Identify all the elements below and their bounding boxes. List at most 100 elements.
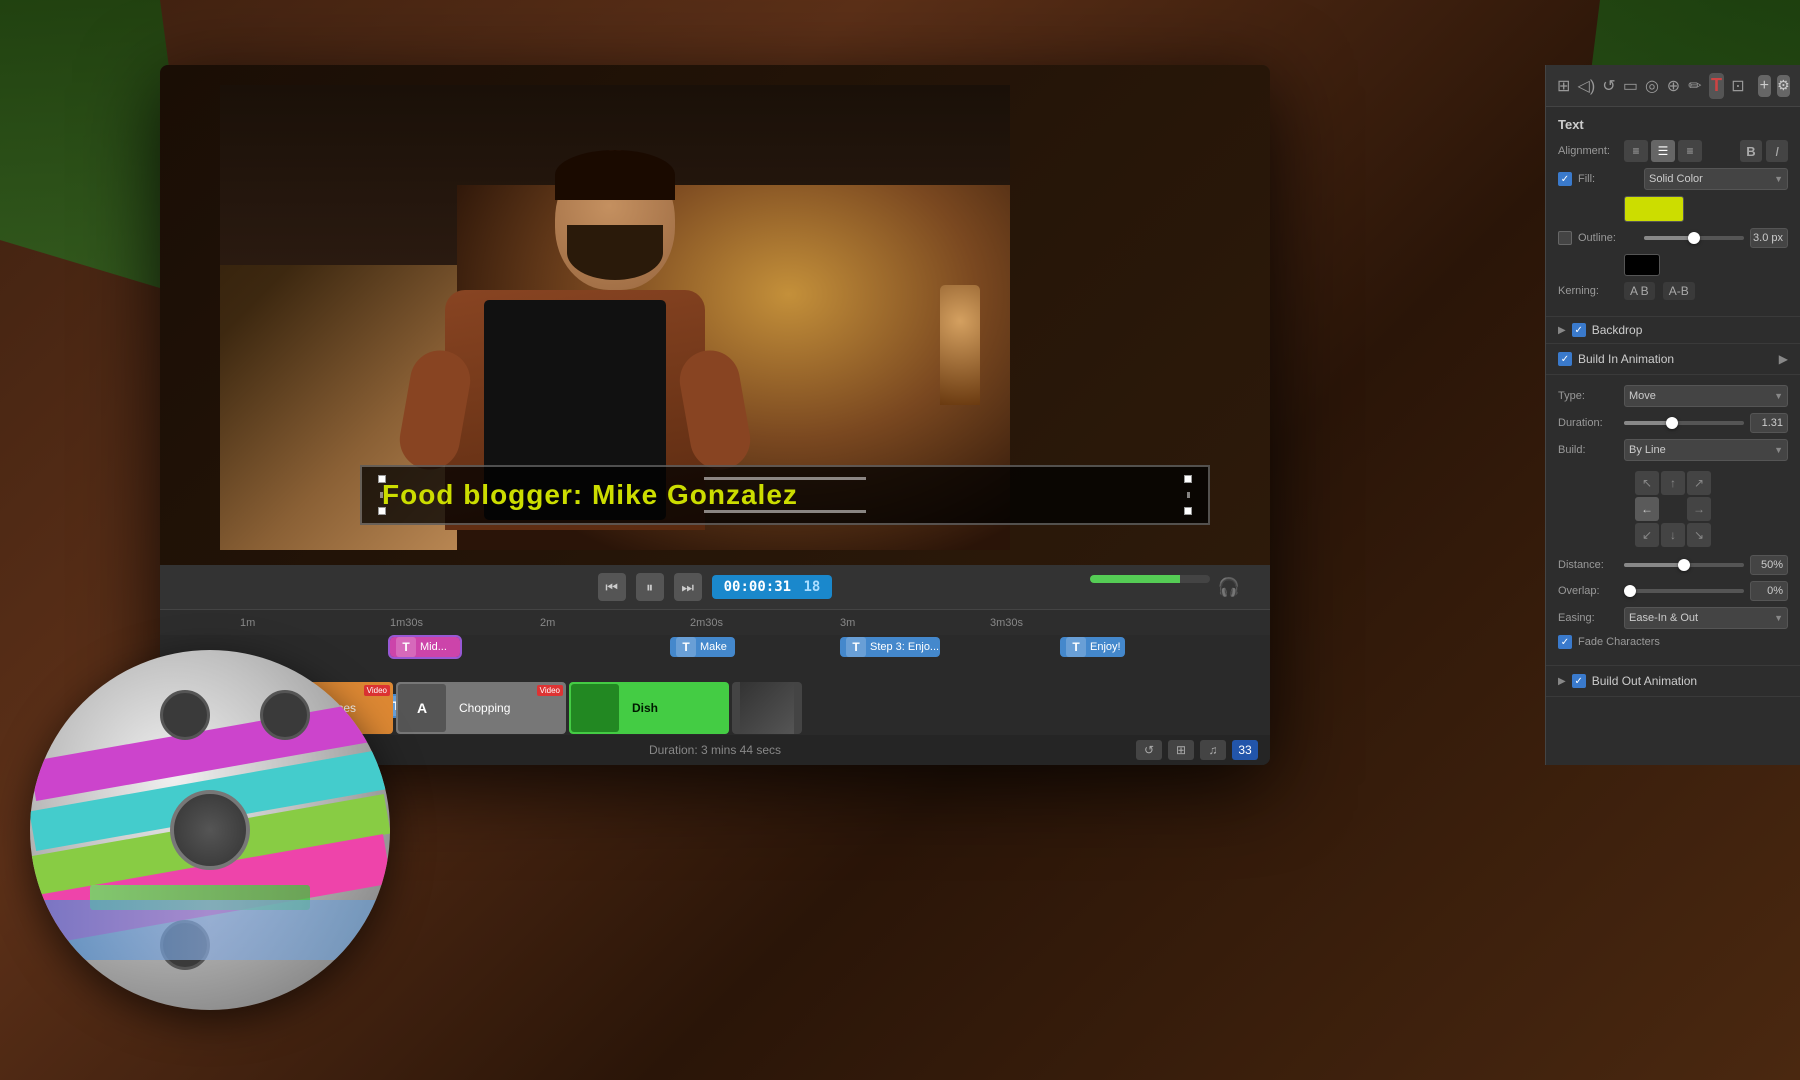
panel-add-button[interactable]: + xyxy=(1758,75,1771,97)
duration-value: 1.31 xyxy=(1750,413,1788,433)
outline-color-swatch[interactable] xyxy=(1624,254,1660,276)
overlap-slider[interactable] xyxy=(1624,589,1744,593)
alignment-label: Alignment: xyxy=(1558,145,1618,157)
ruler-mark: 2m30s xyxy=(690,617,723,629)
kerning-label: Kerning: xyxy=(1558,285,1618,297)
direction-grid-container: ↖ ↑ ↗ ← → ↙ ↓ ↘ xyxy=(1558,467,1788,551)
panel-gear-button[interactable]: ⚙ xyxy=(1777,75,1790,97)
duration-label: Duration: xyxy=(1558,417,1618,429)
build-out-checkbox[interactable]: ✓ xyxy=(1572,674,1586,688)
overlay-text: Food blogger: Mike Gonzalez xyxy=(382,479,798,510)
ruler-mark: 2m xyxy=(540,617,555,629)
speaker-tool-icon[interactable]: ◁) xyxy=(1578,73,1596,99)
type-row: Type: Move ▼ xyxy=(1558,385,1788,407)
clip-enjoy[interactable]: T Enjoy! xyxy=(1060,637,1125,657)
build-select[interactable]: By Line ▼ xyxy=(1624,439,1788,461)
ruler-mark: 3m30s xyxy=(990,617,1023,629)
kerning-sample-2[interactable]: A-B xyxy=(1663,282,1695,300)
easing-select[interactable]: Ease-In & Out ▼ xyxy=(1624,607,1788,629)
audio-button[interactable]: ♫ xyxy=(1200,740,1226,760)
backdrop-checkbox[interactable]: ✓ xyxy=(1572,323,1586,337)
overlap-label: Overlap: xyxy=(1558,585,1618,597)
monitor-tool-icon[interactable]: ⊞ xyxy=(1556,73,1572,99)
build-label: Build: xyxy=(1558,444,1618,456)
reel-center-hub xyxy=(170,790,250,870)
backdrop-label: Backdrop xyxy=(1592,323,1643,337)
skip-back-button[interactable]: ⏮ xyxy=(598,573,626,601)
distance-row: Distance: 50% xyxy=(1558,555,1788,575)
build-in-content: Type: Move ▼ Duration: 1.31 Build: By Li… xyxy=(1546,375,1800,666)
overlap-row: Overlap: 0% xyxy=(1558,581,1788,601)
type-select[interactable]: Move ▼ xyxy=(1624,385,1788,407)
media-clip-chopping[interactable]: A Video Chopping xyxy=(396,682,566,734)
outline-row: Outline: 3.0 px xyxy=(1558,228,1788,248)
play-circle-tool-icon[interactable]: ◎ xyxy=(1644,73,1660,99)
duration-row: Duration: 1.31 xyxy=(1558,413,1788,433)
build-in-section-header[interactable]: ✓ Build In Animation ▶ xyxy=(1546,344,1800,375)
clip-step3[interactable]: T Step 3: Enjo... xyxy=(840,637,940,657)
pen-tool-icon[interactable]: ✏ xyxy=(1687,73,1703,99)
counter-button[interactable]: 33 xyxy=(1232,740,1258,760)
fill-checkbox[interactable]: ✓ xyxy=(1558,172,1572,186)
type-label: Type: xyxy=(1558,390,1618,402)
link-tool-icon[interactable]: ⊕ xyxy=(1666,73,1682,99)
dir-arrow-e[interactable]: → xyxy=(1687,497,1711,521)
build-in-label: Build In Animation xyxy=(1578,352,1674,366)
refresh-tool-icon[interactable]: ↺ xyxy=(1601,73,1617,99)
duration-text: Duration: 3 mins 44 secs xyxy=(649,743,781,757)
align-left-button[interactable]: ≡ xyxy=(1624,140,1648,162)
dir-arrow-w[interactable]: ← xyxy=(1635,497,1659,521)
text-section-title: Text xyxy=(1558,117,1788,132)
reel-hole-1 xyxy=(160,690,210,740)
ruler-mark: 3m xyxy=(840,617,855,629)
distance-slider[interactable] xyxy=(1624,563,1744,567)
video-text-overlay[interactable]: Food blogger: Mike Gonzalez xyxy=(360,465,1210,525)
dir-arrow-nw[interactable]: ↖ xyxy=(1635,471,1659,495)
timeline-ruler: 1m 1m30s 2m 2m30s 3m 3m30s xyxy=(160,610,1270,635)
rotate-left-button[interactable]: ↺ xyxy=(1136,740,1162,760)
media-clip-thumbnail[interactable] xyxy=(732,682,802,734)
clip-make[interactable]: T Make xyxy=(670,637,735,657)
right-panel: ⊞ ◁) ↺ ▭ ◎ ⊕ ✏ T ⊡ + ⚙ Text Alignment: ≡… xyxy=(1545,65,1800,765)
display-tool-icon[interactable]: ▭ xyxy=(1623,73,1639,99)
text-tool-icon[interactable]: T xyxy=(1709,73,1725,99)
pause-button[interactable]: ⏸ xyxy=(636,573,664,601)
media-clip-dish[interactable]: Dish xyxy=(569,682,729,734)
alignment-buttons: ≡ ☰ ≡ xyxy=(1624,140,1702,162)
fade-chars-checkbox[interactable]: ✓ xyxy=(1558,635,1572,649)
build-out-section-header[interactable]: ▶ ✓ Build Out Animation xyxy=(1546,666,1800,697)
fill-label: Fill: xyxy=(1578,173,1638,185)
backdrop-section: ▶ ✓ Backdrop xyxy=(1546,317,1800,344)
expand-button[interactable]: ⊞ xyxy=(1168,740,1194,760)
fade-chars-label: Fade Characters xyxy=(1578,636,1660,648)
timecode-display: 00:00:31 18 xyxy=(712,575,833,599)
build-in-checkbox[interactable]: ✓ xyxy=(1558,352,1572,366)
build-in-expand-icon: ▶ xyxy=(1779,352,1788,366)
dir-arrow-sw[interactable]: ↙ xyxy=(1635,523,1659,547)
skip-forward-button[interactable]: ⏭ xyxy=(674,573,702,601)
bold-button[interactable]: B xyxy=(1740,140,1762,162)
fill-type-select[interactable]: Solid Color ▼ xyxy=(1644,168,1788,190)
outline-color-row xyxy=(1558,254,1788,276)
dir-arrow-se[interactable]: ↘ xyxy=(1687,523,1711,547)
build-out-chevron: ▶ xyxy=(1558,676,1566,687)
align-center-button[interactable]: ☰ xyxy=(1651,140,1675,162)
outline-slider[interactable] xyxy=(1644,236,1744,240)
share-tool-icon[interactable]: ⊡ xyxy=(1730,73,1746,99)
dir-arrow-n[interactable]: ↑ xyxy=(1661,471,1685,495)
duration-slider[interactable] xyxy=(1624,421,1744,425)
fill-color-swatch[interactable] xyxy=(1624,196,1684,222)
dir-arrow-s[interactable]: ↓ xyxy=(1661,523,1685,547)
overlap-value: 0% xyxy=(1750,581,1788,601)
volume-slider[interactable] xyxy=(1090,575,1210,583)
reel-blue-stripe xyxy=(30,900,390,960)
align-right-button[interactable]: ≡ xyxy=(1678,140,1702,162)
dir-arrow-ne[interactable]: ↗ xyxy=(1687,471,1711,495)
timeline-controls: ⏮ ⏸ ⏭ 00:00:31 18 🎧 xyxy=(160,565,1270,610)
fill-row: ✓ Fill: Solid Color ▼ xyxy=(1558,168,1788,190)
italic-button[interactable]: I xyxy=(1766,140,1788,162)
kerning-sample-1[interactable]: A B xyxy=(1624,282,1655,300)
outline-checkbox[interactable] xyxy=(1558,231,1572,245)
film-reel xyxy=(30,650,410,1030)
direction-grid: ↖ ↑ ↗ ← → ↙ ↓ ↘ xyxy=(1635,471,1711,547)
